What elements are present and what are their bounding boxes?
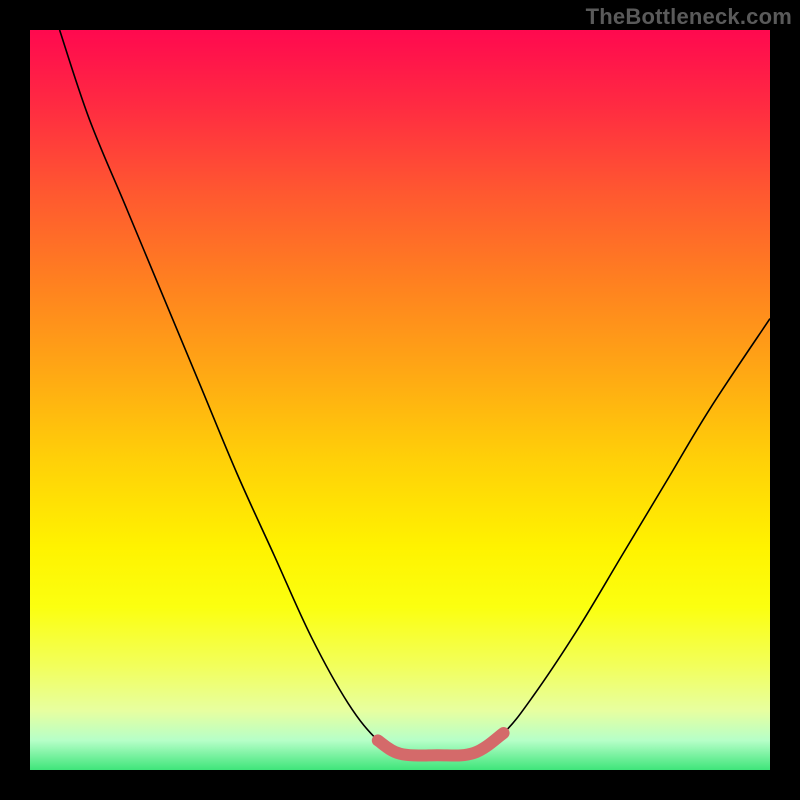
watermark-text: TheBottleneck.com [586,4,792,30]
optimal-range-highlight [378,733,504,756]
plot-area [30,30,770,770]
bottleneck-curve [60,30,770,756]
outer-frame: TheBottleneck.com [0,0,800,800]
chart-svg [30,30,770,770]
